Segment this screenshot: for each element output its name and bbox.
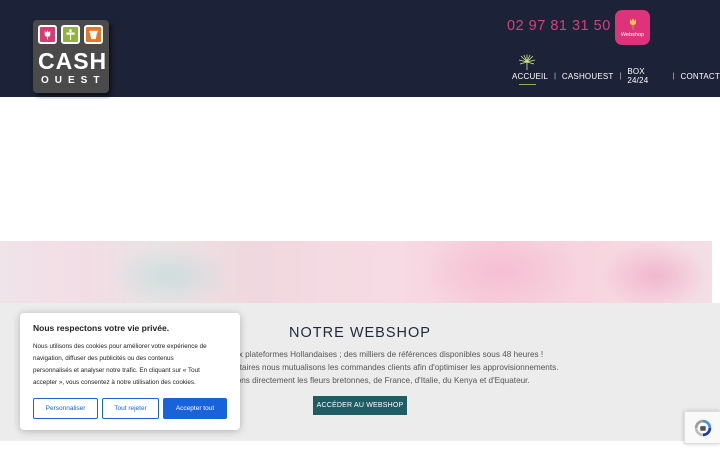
logo-icons (38, 25, 103, 44)
cookie-text-line: Nous utilisons des cookies pour améliore… (33, 343, 207, 350)
nav-item-accueil[interactable]: ACCUEIL (512, 54, 549, 85)
cookie-buttons: Personnaliser Tout rejeter Accepter tout (33, 398, 227, 419)
sprout-icon (61, 25, 80, 44)
personalize-button[interactable]: Personnaliser (33, 398, 98, 419)
accept-all-button[interactable]: Accepter tout (163, 398, 227, 419)
webshop-button[interactable]: Webshop (615, 10, 650, 45)
tulip-icon (38, 25, 57, 44)
phone-number[interactable]: 02 97 81 31 50 (507, 18, 611, 34)
cookie-consent-banner: Nous respectons votre vie privée. Nous u… (20, 313, 240, 430)
cookie-text-line: accepter », vous consentez à notre utili… (33, 379, 196, 386)
flower-badge-icon (629, 18, 636, 29)
recaptcha-icon (694, 419, 711, 436)
logo-text-ouest: OUEST (41, 75, 106, 86)
cookie-text: Nous utilisons des cookies pour améliore… (33, 341, 227, 389)
cookie-title: Nous respectons votre vie privée. (33, 323, 170, 333)
dandelion-icon (518, 54, 536, 70)
main-nav: ACCUEIL | CASHOUEST | BOX 24/24 | CONTAC… (512, 54, 720, 85)
nav-separator: | (554, 72, 556, 80)
access-webshop-button[interactable]: ACCÉDER AU WEBSHOP (313, 396, 407, 415)
cookie-text-line: navigation, diffuser des publicités ou d… (33, 355, 174, 362)
nav-item-box[interactable]: BOX 24/24 (627, 67, 666, 85)
nav-active-underline (519, 83, 536, 85)
site-header: CASH OUEST 02 97 81 31 50 Webshop ACCUEI… (0, 0, 720, 97)
logo-text-cash: CASH (38, 48, 108, 74)
webshop-badge-label: Webshop (620, 31, 645, 38)
nav-separator: | (672, 72, 675, 80)
reject-all-button[interactable]: Tout rejeter (102, 398, 159, 419)
cash-ouest-logo[interactable]: CASH OUEST (33, 20, 109, 93)
nav-label-accueil: ACCUEIL (512, 71, 549, 81)
nav-separator: | (619, 72, 622, 80)
hero-flower-image (0, 241, 712, 303)
cookie-text-line: personnalisés et analyser notre trafic. … (33, 367, 200, 374)
flowerpot-icon (84, 25, 103, 44)
nav-item-cashouest[interactable]: CASHOUEST (562, 72, 614, 81)
nav-item-contact[interactable]: CONTACT (681, 72, 720, 81)
recaptcha-badge[interactable] (684, 411, 720, 444)
